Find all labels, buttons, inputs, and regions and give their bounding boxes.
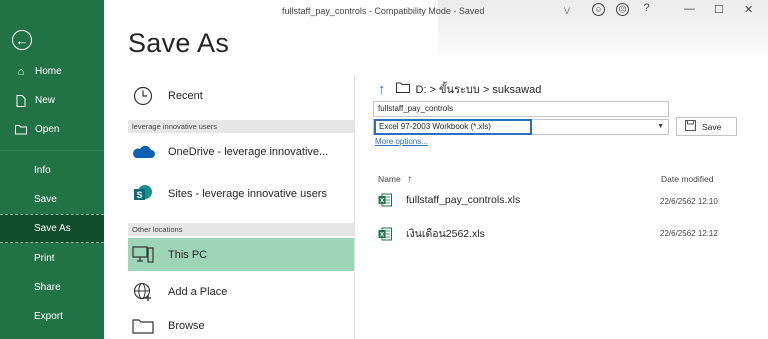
save-button[interactable]: Save: [676, 117, 737, 136]
section-header-org: leverage innovative users: [128, 120, 354, 133]
location-label: Recent: [168, 90, 203, 102]
smile-feedback-icon[interactable]: ☺: [592, 3, 605, 16]
window-title: fullstaff_pay_controls - Compatibility M…: [282, 6, 485, 16]
nav-item-label: Save As: [34, 223, 71, 234]
nav-item-label: Home: [35, 66, 62, 77]
help-icon[interactable]: ?: [640, 3, 653, 16]
nav-item-open[interactable]: Open: [0, 115, 104, 144]
breadcrumb: ↑ D: > ขั้นระบบ > suksawad: [378, 80, 541, 98]
backstage-nav: ← ⌂ Home New Open Info Save Save As Prin…: [0, 0, 104, 339]
file-name: เงินเดือน2562.xls: [406, 228, 485, 240]
restore-button[interactable]: ☐: [714, 3, 724, 16]
location-sites[interactable]: S Sites - leverage innovative users: [128, 180, 354, 208]
open-folder-icon: [14, 124, 28, 135]
nav-item-new[interactable]: New: [0, 86, 104, 115]
file-row[interactable]: X fullstaff_pay_controls.xls: [378, 193, 520, 207]
page-title: Save As: [128, 28, 230, 58]
nav-item-home[interactable]: ⌂ Home: [0, 57, 104, 86]
column-header-label: Name: [378, 174, 401, 184]
globe-add-icon: [128, 282, 158, 302]
title-bar: fullstaff_pay_controls - Compatibility M…: [104, 0, 768, 22]
file-row[interactable]: X เงินเดือน2562.xls: [378, 225, 485, 242]
nav-item-label: Print: [34, 253, 55, 264]
chevron-down-icon: ▼: [657, 123, 664, 130]
frown-feedback-icon[interactable]: ☹: [616, 3, 629, 16]
breadcrumb-path[interactable]: D: > ขั้นระบบ > suksawad: [416, 80, 542, 98]
excel-file-icon: X: [378, 193, 392, 207]
svg-text:X: X: [380, 231, 385, 238]
filename-input[interactable]: fullstaff_pay_controls: [373, 101, 669, 117]
svg-text:X: X: [380, 198, 385, 205]
sort-arrow-icon: ↑: [407, 174, 413, 185]
nav-item-label: Export: [34, 311, 63, 322]
nav-divider: [0, 150, 104, 151]
nav-item-label: Share: [34, 282, 61, 293]
nav-item-label: Open: [35, 124, 60, 135]
back-arrow-icon[interactable]: ←: [12, 30, 32, 50]
nav-item-label: Save: [34, 194, 57, 205]
nav-item-info[interactable]: Info: [0, 156, 104, 185]
nav-item-share[interactable]: Share: [0, 273, 104, 302]
save-icon: [685, 119, 696, 134]
computer-icon: [128, 245, 158, 265]
location-label: Sites - leverage innovative users: [168, 188, 327, 200]
up-arrow-icon[interactable]: ↑: [378, 82, 386, 97]
close-button[interactable]: ✕: [744, 3, 753, 16]
file-date: 22/6/2562 12:12: [660, 229, 718, 238]
location-browse[interactable]: Browse: [128, 313, 354, 339]
pane-divider: [354, 75, 355, 339]
minimize-button[interactable]: —: [684, 3, 695, 15]
filetype-select[interactable]: Excel 97-2003 Workbook (*.xls) ▼: [373, 119, 669, 135]
folder-icon: [395, 82, 410, 96]
file-name: fullstaff_pay_controls.xls: [406, 194, 521, 206]
save-button-label: Save: [702, 121, 722, 132]
excel-file-icon: X: [378, 227, 392, 241]
location-add-place[interactable]: Add a Place: [128, 278, 354, 306]
location-label: Add a Place: [168, 286, 228, 298]
location-label: Browse: [168, 320, 205, 332]
nav-item-save[interactable]: Save: [0, 185, 104, 214]
location-onedrive[interactable]: OneDrive - leverage innovative...: [128, 138, 354, 166]
column-header-name[interactable]: Name ↑: [378, 174, 412, 185]
location-label: This PC: [168, 248, 208, 261]
filetype-selected-value: Excel 97-2003 Workbook (*.xls): [374, 119, 532, 135]
nav-item-export[interactable]: Export: [0, 302, 104, 331]
section-header-other: Other locations: [128, 223, 354, 236]
folder-icon: [128, 318, 158, 334]
home-icon: ⌂: [17, 65, 25, 78]
sharepoint-icon: S: [128, 184, 158, 204]
svg-text:S: S: [136, 190, 142, 200]
nav-item-print[interactable]: Print: [0, 244, 104, 273]
location-label: OneDrive - leverage innovative...: [168, 146, 329, 158]
nav-item-label: Info: [34, 165, 51, 176]
clock-icon: [128, 86, 158, 106]
location-recent[interactable]: Recent: [128, 82, 354, 110]
location-this-pc[interactable]: This PC: [128, 238, 354, 271]
nav-item-save-as[interactable]: Save As: [0, 214, 104, 243]
cloud-icon: [128, 145, 158, 159]
column-header-date[interactable]: Date modified: [661, 174, 713, 184]
file-date: 22/6/2562 12:10: [660, 197, 718, 206]
nav-item-label: New: [35, 95, 56, 106]
new-document-icon: [14, 94, 28, 107]
user-initial[interactable]: V: [564, 6, 570, 16]
more-options-link[interactable]: More options...: [375, 137, 428, 146]
